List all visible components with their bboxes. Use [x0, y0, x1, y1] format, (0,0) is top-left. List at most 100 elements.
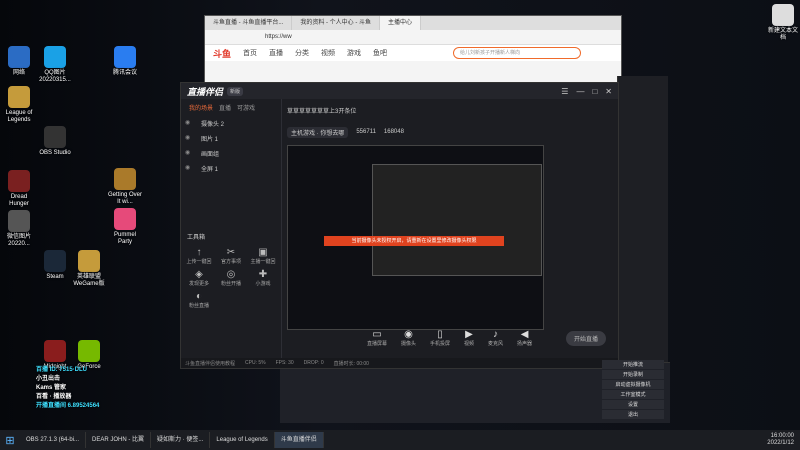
tool-icon: ✂ — [226, 247, 236, 258]
pummel-party-icon[interactable]: Pummel Party — [108, 208, 142, 246]
tool-item[interactable]: ◈ 发现更多 — [185, 269, 213, 287]
tool-icon: ◐ — [195, 291, 203, 302]
taskbar-item[interactable]: 疑如斯力 · 便签... — [151, 432, 211, 448]
control-button[interactable]: ▭ 直播屏幕 — [367, 329, 387, 347]
eye-icon[interactable]: ◉ — [185, 149, 190, 156]
dread-hunger-icon[interactable]: Dread Hunger — [2, 170, 36, 208]
taskbar-item[interactable]: League of Legends — [210, 432, 275, 448]
eye-icon[interactable]: ◉ — [185, 164, 190, 171]
nav-home[interactable]: 首页 — [243, 48, 257, 58]
qq-image-icon[interactable]: QQ图片20220315... — [38, 46, 72, 84]
nav-category[interactable]: 分类 — [295, 48, 309, 58]
desktop-icon-label: 腾讯会议 — [112, 70, 137, 76]
control-button[interactable]: ▯ 手机投屏 — [430, 329, 450, 347]
clock-time: 16:00:00 — [770, 433, 794, 439]
clock[interactable]: 16:00:00 2022/1/12 — [767, 433, 794, 447]
browser-tab[interactable]: 我的资料 - 个人中心 - 斗鱼 — [292, 16, 381, 30]
control-label: 手机投屏 — [429, 341, 450, 347]
menu-icon[interactable]: ☰ — [561, 87, 568, 96]
obs-icon[interactable]: OBS Studio — [38, 126, 72, 157]
taskbar-item[interactable]: DEAR JOHN - 比翼 — [86, 432, 152, 448]
desktop-icon-label: 英雄联盟WeGame版 — [73, 274, 105, 287]
minimize-icon[interactable]: — — [576, 87, 584, 96]
site-logo[interactable]: 斗鱼 — [213, 47, 231, 60]
midnight-glyph-icon — [44, 340, 66, 362]
wechat-image-glyph-icon — [8, 210, 30, 232]
tool-item[interactable]: ◎ 粉丝开播 — [217, 269, 245, 287]
tencent-meeting-icon[interactable]: 腾讯会议 — [108, 46, 142, 77]
obs-menu-button[interactable]: 启动虚拟摄像机 — [602, 380, 664, 389]
control-button[interactable]: ♪ 麦克风 — [488, 329, 503, 347]
browser-tab[interactable]: 斗鱼直播 - 斗鱼直播平台... — [205, 16, 293, 30]
tool-icon: ✚ — [258, 269, 268, 280]
tool-item[interactable]: ▣ 主播一键回 — [249, 247, 277, 265]
tool-label: 小游戏 — [255, 281, 271, 287]
eye-icon[interactable]: ◉ — [185, 134, 190, 141]
tool-icon: ◎ — [226, 269, 236, 280]
obs-menu-button[interactable]: 开始推流 — [602, 360, 664, 369]
eye-icon[interactable]: ◉ — [185, 119, 190, 126]
status-text: DROP: 0 — [303, 360, 324, 366]
right-panel: 草草草草草草草上3开条位 主机游戏 · 你想去哪 556711 168048 当… — [281, 99, 618, 358]
control-label: 摄像头 — [400, 341, 416, 347]
url-text[interactable]: https://ww — [265, 34, 292, 40]
control-button[interactable]: ▶ 视频 — [464, 329, 474, 347]
scene-item[interactable]: ◉ 摄像头 2 — [181, 116, 281, 131]
text-doc-icon[interactable]: 新建文本文档 — [766, 4, 800, 42]
tab-live[interactable]: 直播 — [219, 103, 231, 112]
tool-item[interactable]: ✚ 小游戏 — [249, 269, 277, 287]
nav-video[interactable]: 视频 — [321, 48, 335, 58]
address-bar[interactable]: https://ww — [205, 30, 621, 45]
network-icon[interactable]: 网络 — [2, 46, 36, 77]
tool-icon: ▣ — [258, 247, 268, 258]
scene-item[interactable]: ◉ 画面组 — [181, 146, 281, 161]
tool-item[interactable]: ✂ 官方事项 — [217, 247, 245, 265]
obs-menu-button[interactable]: 退出 — [602, 410, 664, 419]
stream-preview[interactable]: 当前摄像头未授权开启，请重新在设置里修改摄像头权限 — [287, 145, 544, 330]
pummel-party-glyph-icon — [114, 208, 136, 230]
scene-item[interactable]: ◉ 图片 1 — [181, 131, 281, 146]
qq-image-glyph-icon — [44, 46, 66, 68]
status-text[interactable]: 斗鱼直播伴侣使用教程 — [185, 360, 235, 367]
start-live-button[interactable]: 开始直播 — [565, 331, 606, 346]
getting-over-it-icon[interactable]: Getting Over It wi... — [108, 168, 142, 206]
room-id: 556711 — [356, 129, 376, 135]
control-icon: ▶ — [465, 329, 473, 340]
version-tag: 新版 — [227, 86, 244, 96]
maximize-icon[interactable]: □ — [592, 87, 597, 96]
wechat-image-icon[interactable]: 微信图片20220... — [2, 210, 36, 248]
getting-over-it-glyph-icon — [114, 168, 136, 190]
tab-game[interactable]: 可游戏 — [237, 103, 255, 112]
taskbar-item[interactable]: 斗鱼直播伴侣 — [274, 432, 324, 448]
desktop-icon-label: OBS Studio — [39, 150, 71, 156]
tab-scenes[interactable]: 我的场景 — [189, 103, 213, 112]
obs-menu-button[interactable]: 工作室模式 — [602, 390, 664, 399]
nav-game[interactable]: 游戏 — [347, 48, 361, 58]
site-search-input[interactable]: 给儿刘新孩子开播新人梯向 — [453, 47, 581, 59]
taskbar-item[interactable]: OBS 27.1.3 (64-bi... — [20, 432, 87, 448]
obs-control-menu: 开始推流 开始录制 启动虚拟摄像机 工作室模式 设置 退出 — [602, 360, 664, 420]
control-button[interactable]: ◉ 摄像头 — [401, 329, 416, 347]
tool-item[interactable]: ◐ 粉丝直播 — [185, 291, 213, 309]
close-icon[interactable]: ✕ — [605, 87, 612, 96]
control-label: 扬声器 — [517, 341, 533, 347]
tool-item[interactable]: ↑ 上传一键回 — [185, 247, 213, 265]
control-icon: ▭ — [372, 329, 382, 340]
scene-item[interactable]: ◉ 全屏 1 — [181, 161, 281, 176]
nav-fishbar[interactable]: 鱼吧 — [373, 48, 387, 58]
desktop-icon-label: League of Legends — [5, 110, 33, 123]
league-icon[interactable]: League of Legends — [2, 86, 36, 124]
room-category[interactable]: 主机游戏 · 你想去哪 — [287, 126, 349, 138]
browser-tab[interactable]: 主播中心 — [380, 16, 422, 30]
steam-icon[interactable]: Steam — [38, 250, 72, 281]
tool-label: 主播一键回 — [250, 259, 276, 265]
control-button[interactable]: ◀ 扬声器 — [517, 329, 532, 347]
obs-menu-button[interactable]: 设置 — [602, 400, 664, 409]
obs-menu-button[interactable]: 开始录制 — [602, 370, 664, 379]
windows-start-icon[interactable]: ⊞ — [0, 434, 20, 447]
overlay-line: 小丑出击 — [36, 376, 61, 382]
room-title[interactable]: 草草草草草草草上3开条位 — [287, 106, 356, 115]
geforce-glyph-icon — [78, 340, 100, 362]
nav-live[interactable]: 直播 — [269, 48, 283, 58]
lol-wegame-icon[interactable]: 英雄联盟WeGame版 — [72, 250, 106, 288]
